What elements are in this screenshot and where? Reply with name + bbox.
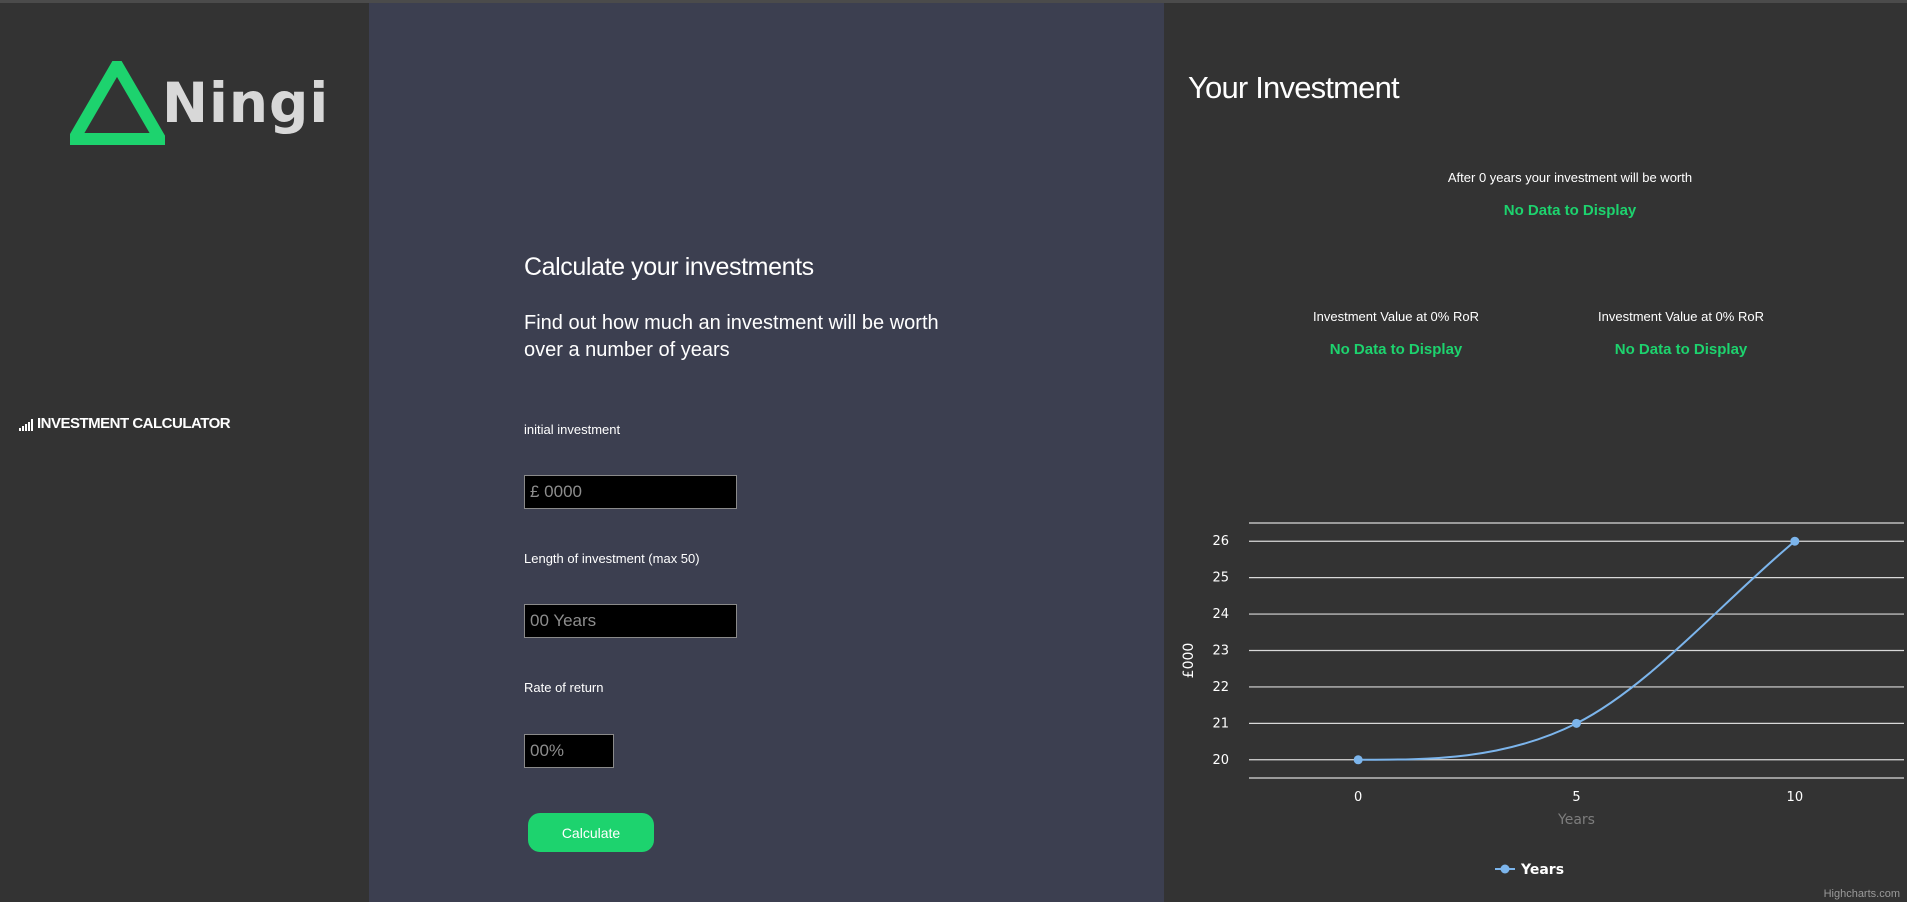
investment-line-chart: 20 21 22 23 24 25 26 0 5 10 Years £000 Years	[1181, 522, 1904, 878]
initial-investment-label: initial investment	[524, 422, 621, 437]
ningi-logo[interactable]: Ningi	[63, 53, 328, 151]
data-point[interactable]	[1790, 536, 1800, 546]
x-tick-label: 10	[1787, 790, 1804, 805]
y-tick-label: 23	[1212, 644, 1229, 659]
x-tick-label: 5	[1572, 790, 1580, 805]
calculate-button[interactable]: Calculate	[528, 813, 654, 852]
y-tick-label: 26	[1212, 534, 1229, 549]
rate-of-return-label: Rate of return	[524, 680, 604, 695]
data-point[interactable]	[1353, 755, 1363, 765]
sidebar: Ningi INVESTMENT CALCULATOR	[0, 3, 369, 902]
signal-bars-icon	[19, 419, 33, 431]
y-axis-title: £000	[1181, 643, 1197, 679]
y-tick-label: 22	[1212, 680, 1229, 695]
logo-wordmark: Ningi	[162, 71, 330, 135]
data-point[interactable]	[1572, 718, 1581, 728]
calculator-title: Calculate your investments	[524, 253, 814, 281]
sidebar-item-label: INVESTMENT CALCULATOR	[37, 415, 231, 432]
y-tick-label: 21	[1212, 716, 1229, 731]
x-tick-label: 0	[1354, 790, 1362, 805]
legend-label: Years	[1520, 862, 1564, 878]
sidebar-item-investment-calculator[interactable]: INVESTMENT CALCULATOR	[19, 415, 231, 432]
results-panel: Your Investment After 0 years your inves…	[1164, 3, 1907, 902]
rate-of-return-input[interactable]	[524, 734, 614, 768]
calculator-panel: Calculate your investments Find out how …	[369, 3, 1164, 902]
calculator-subtitle: Find out how much an investment will be …	[524, 312, 939, 361]
y-tick-label: 20	[1212, 753, 1229, 768]
y-tick-label: 24	[1212, 607, 1229, 622]
investment-length-label: Length of investment (max 50)	[524, 551, 700, 566]
x-axis-title: Years	[1557, 812, 1595, 828]
y-tick-label: 25	[1212, 571, 1229, 586]
triangle-logo-icon	[63, 53, 171, 145]
initial-investment-input[interactable]	[524, 475, 737, 509]
highcharts-credit[interactable]: Highcharts.com	[1824, 888, 1900, 900]
legend-marker-icon	[1500, 864, 1510, 874]
investment-length-input[interactable]	[524, 604, 737, 638]
legend-item-years[interactable]: Years	[1495, 862, 1564, 878]
